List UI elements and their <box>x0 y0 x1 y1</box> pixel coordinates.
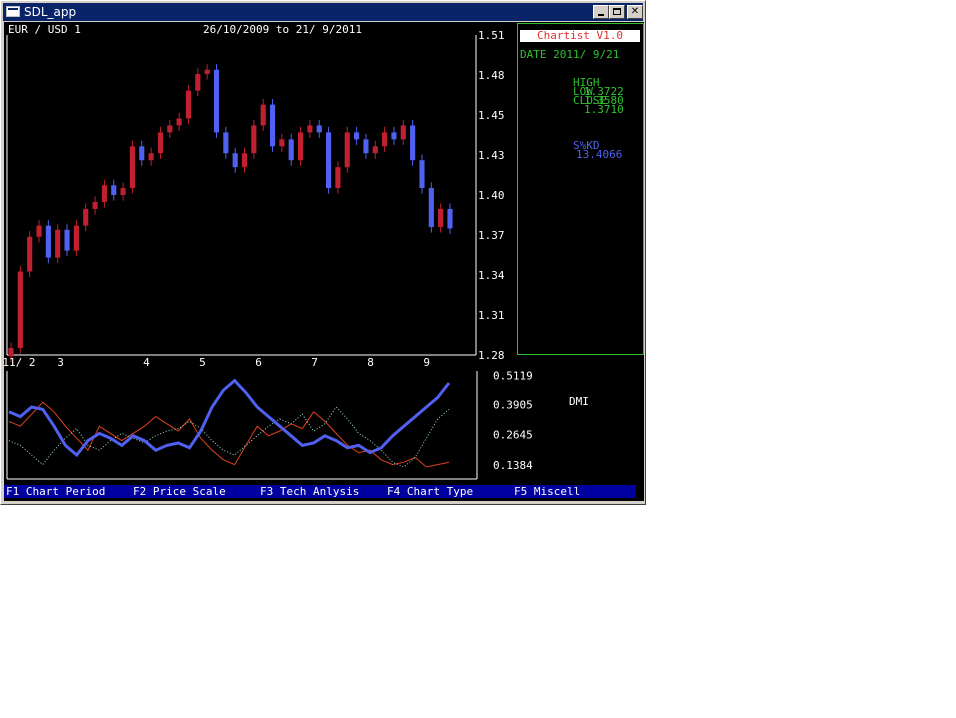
candle-body <box>269 104 276 147</box>
price-y-tick-label: 1.48 <box>478 69 505 82</box>
maximize-icon <box>613 8 621 15</box>
candle-body <box>391 132 397 140</box>
info-close-value: 1.3710 <box>584 103 624 116</box>
price-y-tick-label: 1.51 <box>478 29 505 42</box>
candle-body <box>83 208 89 226</box>
candle-body <box>344 132 350 168</box>
candle-body <box>372 146 378 154</box>
dmi-series-main <box>8 378 451 458</box>
dmi-series-red <box>8 401 450 468</box>
candle-body <box>363 139 369 154</box>
candle-body <box>101 185 107 202</box>
candle-body <box>223 132 229 154</box>
dmi-label: DMI <box>569 395 589 408</box>
f3-tech-analysis-button[interactable]: F3 Tech Anlysis <box>260 485 359 498</box>
candle-body <box>167 125 173 133</box>
info-indicator-value: 13.4066 <box>576 148 623 161</box>
dmi-y-tick-label: 0.3905 <box>493 398 533 411</box>
close-button[interactable]: ✕ <box>627 5 643 19</box>
candle-body <box>195 73 201 91</box>
candle-body <box>307 125 313 133</box>
candle-body <box>410 125 416 161</box>
candle-body <box>129 146 135 189</box>
minimize-button[interactable] <box>593 5 609 19</box>
price-y-tick-label: 1.34 <box>478 269 505 282</box>
candle-body <box>251 125 257 154</box>
candle-body <box>185 90 192 119</box>
title-bar[interactable]: SDL_app ✕ <box>3 3 643 21</box>
f1-chart-period-button[interactable]: F1 Chart Period <box>6 485 105 498</box>
candle-body <box>419 160 425 189</box>
price-y-tick-label: 1.40 <box>478 189 505 202</box>
price-y-tick-label: 1.28 <box>478 349 505 362</box>
candle-body <box>288 139 294 161</box>
candle-body <box>36 225 42 237</box>
close-icon: ✕ <box>630 6 640 17</box>
candle-body <box>17 271 23 349</box>
candle-body <box>232 153 238 168</box>
f2-price-scale-button[interactable]: F2 Price Scale <box>133 485 226 498</box>
candle-body <box>326 132 332 189</box>
candle-body <box>335 167 341 189</box>
candle-body <box>27 236 33 272</box>
price-y-tick-label: 1.45 <box>478 109 505 122</box>
candle-body <box>92 201 98 209</box>
candle-body <box>139 146 145 161</box>
candle-body <box>73 225 79 251</box>
candle-body <box>260 104 266 126</box>
info-indicator-row: S%KD 13.4066 <box>520 132 622 168</box>
candle-body <box>428 188 434 227</box>
candle-body <box>382 132 388 147</box>
candle-body <box>447 208 453 229</box>
price-y-tick-label: 1.43 <box>478 149 505 162</box>
price-y-tick-label: 1.31 <box>478 309 505 322</box>
function-key-bar: F1 Chart Period F2 Price Scale F3 Tech A… <box>4 485 636 498</box>
info-panel: Chartist V1.0 DATE 2011/ 9/21 HIGH 1.372… <box>517 23 644 355</box>
f4-chart-type-button[interactable]: F4 Chart Type <box>387 485 473 498</box>
candle-body <box>213 69 220 133</box>
f5-miscell-button[interactable]: F5 Miscell <box>514 485 580 498</box>
app-name-badge: Chartist V1.0 <box>520 30 640 42</box>
candle-body <box>120 188 126 195</box>
candle-body <box>400 125 406 140</box>
candle-body <box>316 125 322 133</box>
candle-body <box>64 229 70 251</box>
minimize-icon <box>598 14 604 16</box>
candle-body <box>148 153 154 161</box>
candle-body <box>176 118 182 126</box>
candle-body <box>111 185 117 195</box>
window-app-icon <box>6 6 20 17</box>
candle-body <box>241 153 248 168</box>
dmi-y-tick-label: 0.5119 <box>493 369 533 382</box>
candle-body <box>204 69 210 74</box>
info-close-row: CLOSE 1.3710 <box>520 87 624 123</box>
candle-body <box>45 225 51 258</box>
window-title: SDL_app <box>24 5 77 19</box>
chart-client-area[interactable]: EUR / USD 1 26/10/2009 to 21/ 9/2011 1.5… <box>4 22 644 501</box>
candle-body <box>157 132 164 154</box>
dmi-chart: 0.5119 0.3905 0.2645 0.1384 <box>6 369 533 480</box>
candle-body <box>354 132 360 140</box>
candle-body <box>438 208 444 227</box>
info-date: DATE 2011/ 9/21 <box>520 48 620 61</box>
price-chart: 1.511.481.451.431.401.371.341.311.28111/… <box>4 29 505 369</box>
maximize-button[interactable] <box>609 5 625 19</box>
dmi-y-tick-label: 0.2645 <box>493 429 533 442</box>
dmi-y-tick-label: 0.1384 <box>493 459 533 472</box>
candle-body <box>55 229 61 258</box>
app-window: SDL_app ✕ EUR / USD 1 26/10/2009 to 21/ … <box>0 0 646 505</box>
candle-body <box>297 132 304 161</box>
price-y-tick-label: 1.37 <box>478 229 505 242</box>
candle-body <box>279 139 285 147</box>
